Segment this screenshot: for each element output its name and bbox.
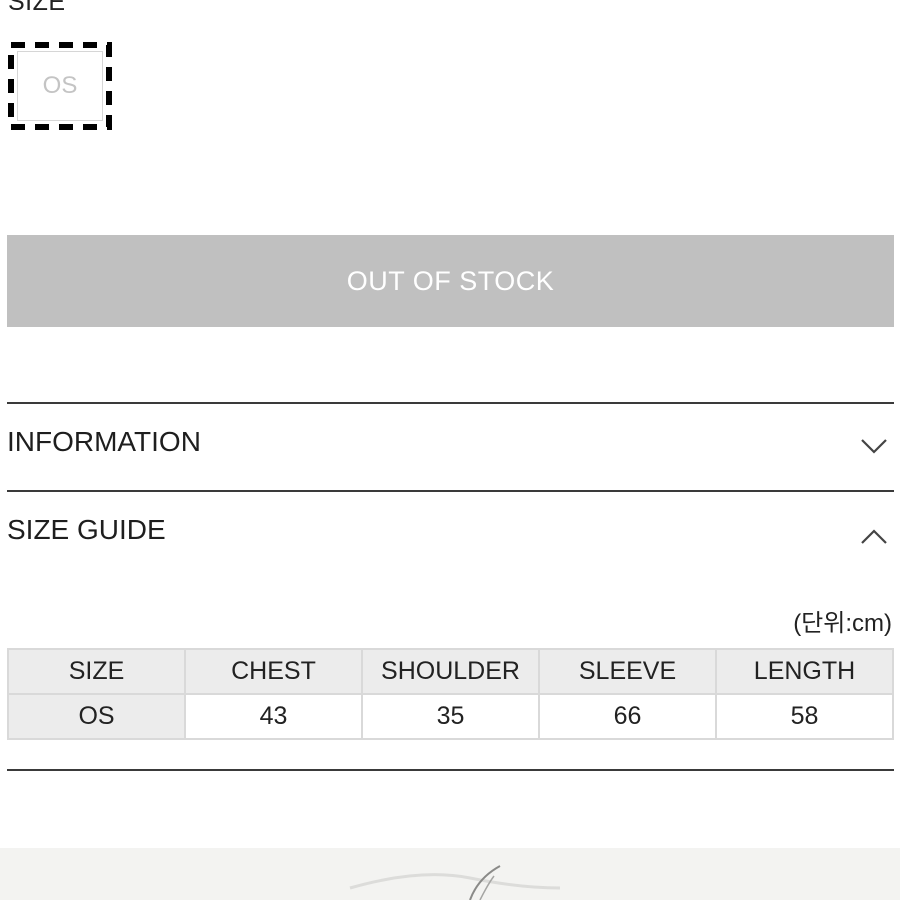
- table-header-cell: SLEEVE: [540, 650, 715, 693]
- divider: [7, 769, 894, 771]
- size-option-label: OS: [17, 51, 103, 121]
- table-header-cell: LENGTH: [717, 650, 892, 693]
- table-cell: 43: [186, 695, 361, 738]
- product-photo-partial: [0, 848, 900, 900]
- chevron-down-icon: [861, 439, 887, 454]
- chevron-up-icon: [861, 529, 887, 544]
- accordion-size-guide[interactable]: SIZE GUIDE: [7, 492, 894, 572]
- table-cell-size: OS: [9, 695, 184, 738]
- accordion-information-label: INFORMATION: [7, 426, 201, 457]
- table-cell: 35: [363, 695, 538, 738]
- table-header-cell: SIZE: [9, 650, 184, 693]
- table-header-cell: CHEST: [186, 650, 361, 693]
- size-heading: SIZE: [8, 0, 66, 16]
- size-guide-table: SIZE CHEST SHOULDER SLEEVE LENGTH OS 43 …: [7, 648, 894, 740]
- table-cell: 58: [717, 695, 892, 738]
- table-row: OS 43 35 66 58: [9, 695, 892, 738]
- product-options-page: SIZE OS OUT OF STOCK INFORMATION SIZE GU…: [0, 0, 900, 900]
- table-header-cell: SHOULDER: [363, 650, 538, 693]
- unit-note: (단위:cm): [793, 610, 892, 637]
- size-option-os[interactable]: OS: [8, 42, 112, 130]
- table-header-row: SIZE CHEST SHOULDER SLEEVE LENGTH: [9, 650, 892, 693]
- out-of-stock-button[interactable]: OUT OF STOCK: [7, 235, 894, 327]
- table-cell: 66: [540, 695, 715, 738]
- accordion-information[interactable]: INFORMATION: [7, 404, 894, 484]
- product-photo-graphic: [349, 865, 561, 900]
- accordion-size-guide-label: SIZE GUIDE: [7, 514, 166, 545]
